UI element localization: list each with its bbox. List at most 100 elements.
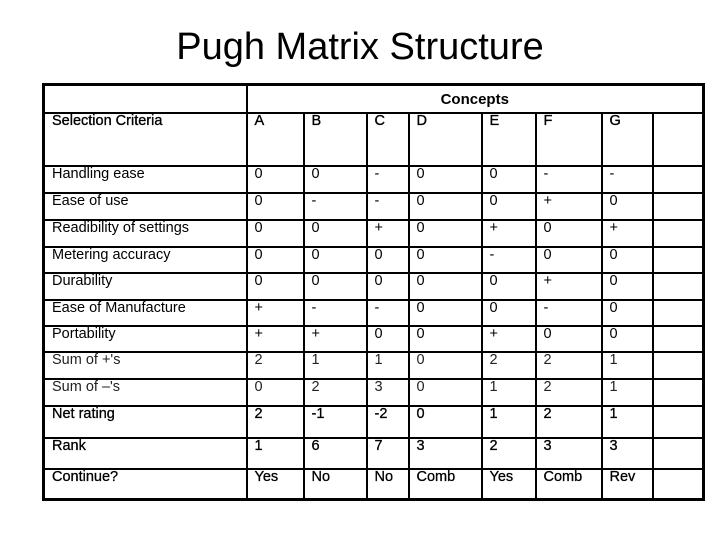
score-cell: + [245, 298, 305, 327]
rank-row: Rank 1 6 7 3 2 3 3 [42, 436, 705, 470]
score-cell: 1 [600, 350, 654, 380]
page-title: Pugh Matrix Structure [176, 26, 544, 68]
score-cell: + [534, 271, 603, 301]
score-cell: Rev [600, 467, 654, 501]
score-cell: 0 [302, 271, 368, 301]
score-cell: + [480, 324, 537, 353]
score-cell: + [534, 191, 603, 221]
score-cell: 1 [480, 404, 537, 439]
criteria-row: Handling ease 0 0-0 0- - [42, 164, 705, 194]
row-label: Handling ease [42, 164, 248, 194]
empty-corner-cell [42, 83, 248, 114]
score-cell [651, 404, 705, 439]
score-cell: Yes [480, 467, 537, 501]
score-cell: 1 [245, 436, 305, 470]
concept-header: D [407, 111, 483, 167]
score-cell: 0 [480, 164, 537, 194]
score-cell: 0 [480, 271, 537, 301]
concept-header: B [302, 111, 368, 167]
criteria-row: Metering accuracy 0 0 0 0-0 0 [42, 245, 705, 274]
row-label: Portability [42, 324, 248, 353]
score-cell: 2 [534, 350, 603, 380]
score-cell: 3 [365, 377, 410, 407]
score-cell: 0 [365, 271, 410, 301]
score-cell: 0 [407, 218, 483, 248]
concept-header: E [480, 111, 537, 167]
score-cell: 0 [245, 164, 305, 194]
score-cell: 2 [302, 377, 368, 407]
score-cell: 0 [534, 245, 603, 274]
score-cell: - [534, 164, 603, 194]
net-rating-row: Net rating 2 -1 -2 0 1 2 1 [42, 404, 705, 439]
score-cell: -1 [302, 404, 368, 439]
score-cell: - [365, 298, 410, 327]
score-cell: - [534, 298, 603, 327]
concept-header: G [600, 111, 654, 167]
score-cell: 0 [600, 191, 654, 221]
score-cell: 1 [365, 350, 410, 380]
score-cell: - [302, 298, 368, 327]
sum-row: Sum of –'s 0 2 3 0 1 2 1 [42, 377, 705, 407]
score-cell: + [600, 218, 654, 248]
score-cell: 0 [600, 298, 654, 327]
score-cell: 0 [534, 218, 603, 248]
score-cell [651, 350, 705, 380]
score-cell: 0 [245, 245, 305, 274]
criteria-row: Durability 0 0 0 0 0 +0 [42, 271, 705, 301]
score-cell: - [302, 191, 368, 221]
sum-row: Sum of +'s 2 1 1 0 2 2 1 [42, 350, 705, 380]
score-cell [651, 271, 705, 301]
score-cell [651, 298, 705, 327]
score-cell: 1 [302, 350, 368, 380]
score-cell: 2 [534, 404, 603, 439]
score-cell: 1 [600, 404, 654, 439]
score-cell: 0 [407, 245, 483, 274]
score-cell: 3 [600, 436, 654, 470]
criteria-row: Readibility of settings 0 0 +0 +0 + [42, 218, 705, 248]
row-label: Net rating [42, 404, 248, 439]
score-cell: 0 [534, 324, 603, 353]
score-cell: 2 [245, 350, 305, 380]
score-cell: 0 [245, 271, 305, 301]
concept-header [651, 111, 705, 167]
row-label: Metering accuracy [42, 245, 248, 274]
score-cell: 3 [534, 436, 603, 470]
score-cell: 0 [407, 404, 483, 439]
score-cell: 0 [480, 298, 537, 327]
score-cell: 0 [365, 324, 410, 353]
score-cell: 0 [365, 245, 410, 274]
criteria-row: Portability + +0 0 +0 0 [42, 324, 705, 353]
pugh-matrix-table: Concepts Selection Criteria A B C D E F … [42, 83, 705, 501]
concepts-group-header: Concepts [245, 83, 705, 114]
score-cell: Comb [534, 467, 603, 501]
row-label: Ease of use [42, 191, 248, 221]
criteria-row: Ease of use 0- -0 0 +0 [42, 191, 705, 221]
score-cell: 0 [407, 191, 483, 221]
score-cell: - [365, 191, 410, 221]
score-cell: 0 [600, 271, 654, 301]
score-cell: - [480, 245, 537, 274]
score-cell: 3 [407, 436, 483, 470]
score-cell: 6 [302, 436, 368, 470]
score-cell [651, 218, 705, 248]
criteria-header: Selection Criteria [42, 111, 248, 167]
score-cell: 2 [480, 436, 537, 470]
concept-header: A [245, 111, 305, 167]
score-cell [651, 191, 705, 221]
continue-row: Continue? Yes No No Comb Yes Comb Rev [42, 467, 705, 501]
criteria-row: Ease of Manufacture + - -0 0-0 [42, 298, 705, 327]
score-cell [651, 467, 705, 501]
score-cell: 0 [600, 245, 654, 274]
score-cell: + [365, 218, 410, 248]
score-cell: 0 [302, 218, 368, 248]
score-cell: 0 [407, 377, 483, 407]
score-cell: 0 [407, 324, 483, 353]
score-cell: 2 [245, 404, 305, 439]
score-cell: 1 [480, 377, 537, 407]
score-cell: 2 [480, 350, 537, 380]
row-label: Durability [42, 271, 248, 301]
score-cell: 1 [600, 377, 654, 407]
score-cell: 0 [600, 324, 654, 353]
score-cell: + [302, 324, 368, 353]
score-cell: Comb [407, 467, 483, 501]
